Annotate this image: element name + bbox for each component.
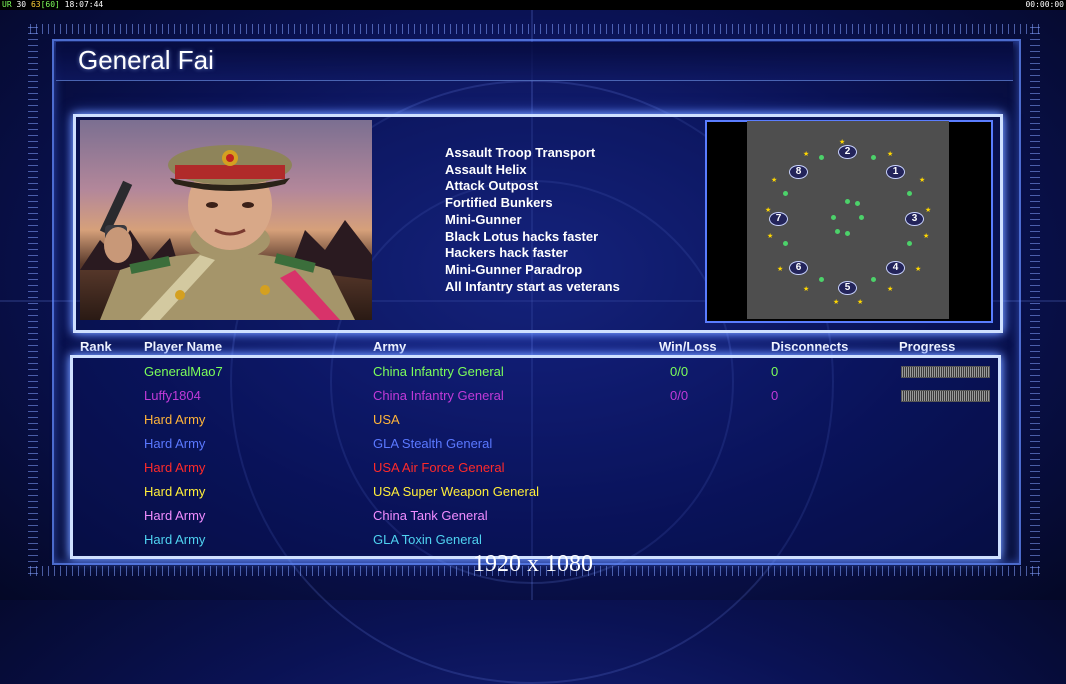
star-marker: ★	[771, 177, 778, 184]
win-loss-cell: 0/0	[670, 388, 689, 403]
army-cell: China Infantry General	[373, 364, 504, 379]
army-cell: GLA Toxin General	[373, 532, 482, 547]
star-marker: ★	[919, 177, 926, 184]
map-slot-6: 6	[789, 261, 808, 275]
tree-marker	[783, 241, 788, 246]
player-name-cell: Hard Army	[144, 508, 206, 523]
table-row: Hard Army GLA Toxin General	[0, 528, 1066, 552]
player-name-cell: GeneralMao7	[144, 364, 223, 379]
map-slot-5: 5	[838, 281, 857, 295]
debug-ur: UR	[2, 0, 12, 9]
player-name-cell: Hard Army	[144, 532, 206, 547]
debug-fps: 63	[30, 0, 41, 9]
tree-marker	[819, 155, 824, 160]
tree-marker	[859, 215, 864, 220]
general-portrait	[80, 120, 372, 320]
tree-marker	[855, 201, 860, 206]
tree-marker	[835, 229, 840, 234]
tree-marker	[907, 241, 912, 246]
column-header-rank: Rank	[80, 339, 112, 354]
table-row: Hard Army USA Air Force General	[0, 456, 1066, 480]
tree-marker	[819, 277, 824, 282]
map-slot-2: 2	[838, 145, 857, 159]
map-slot-3: 3	[905, 212, 924, 226]
debug-clock: 18:07:44	[64, 0, 104, 9]
army-cell: China Infantry General	[373, 388, 504, 403]
tree-marker	[845, 231, 850, 236]
general-portrait-art	[80, 145, 372, 320]
table-row: GeneralMao7 China Infantry General 0/0 0	[0, 360, 1066, 384]
star-marker: ★	[925, 207, 932, 214]
player-name-cell: Hard Army	[144, 436, 206, 451]
table-row: Hard Army USA	[0, 408, 1066, 432]
star-marker: ★	[833, 299, 840, 306]
map-slot-1: 1	[886, 165, 905, 179]
table-row: Hard Army China Tank General	[0, 504, 1066, 528]
star-marker: ★	[887, 286, 894, 293]
upgrade-item: Fortified Bunkers	[445, 195, 553, 211]
debug-value-a: 30	[16, 0, 27, 9]
star-marker: ★	[767, 233, 774, 240]
column-header-progress: Progress	[899, 339, 956, 354]
upgrade-item: Assault Helix	[445, 161, 527, 177]
army-cell: USA Air Force General	[373, 460, 505, 475]
progress-bar	[901, 366, 990, 378]
star-marker: ★	[857, 299, 864, 306]
column-header-player-name: Player Name	[144, 339, 223, 354]
column-header-win-loss: Win/Loss	[659, 339, 717, 354]
upgrade-item: Mini-Gunner	[445, 211, 522, 227]
star-marker: ★	[803, 286, 810, 293]
column-header-army: Army	[373, 339, 407, 354]
table-row: Hard Army GLA Stealth General	[0, 432, 1066, 456]
map-preview-terrain: ★ ★ ★ ★ ★ ★ ★ ★ ★ ★ ★ ★ ★ ★ ★ 1 2 3 4 5 …	[747, 121, 949, 319]
upgrade-item: Hackers hack faster	[445, 245, 568, 261]
tree-marker	[871, 155, 876, 160]
map-slot-4: 4	[886, 261, 905, 275]
debug-game-timer: 00:00:00	[1025, 0, 1064, 9]
star-marker: ★	[777, 266, 784, 273]
star-marker: ★	[803, 151, 810, 158]
top-scale-strip	[30, 24, 1040, 34]
column-header-disconnects: Disconnects	[771, 339, 849, 354]
player-name-cell: Hard Army	[144, 460, 206, 475]
table-row: Hard Army USA Super Weapon General	[0, 480, 1066, 504]
star-marker: ★	[915, 266, 922, 273]
table-row: Luffy1804 China Infantry General 0/0 0	[0, 384, 1066, 408]
resolution-label: 1920 x 1080	[473, 551, 593, 577]
general-upgrades-list: Assault Troop Transport Assault Helix At…	[445, 145, 620, 295]
upgrade-item: Assault Troop Transport	[445, 145, 596, 160]
army-cell: GLA Stealth General	[373, 436, 493, 451]
star-marker: ★	[923, 233, 930, 240]
tree-marker	[783, 191, 788, 196]
tree-marker	[871, 277, 876, 282]
upgrade-item: Attack Outpost	[445, 178, 539, 194]
win-loss-cell: 0/0	[670, 364, 689, 379]
upgrade-item: All Infantry start as veterans	[445, 278, 620, 294]
army-cell: USA	[373, 412, 400, 427]
tree-marker	[907, 191, 912, 196]
map-slot-7: 7	[769, 212, 788, 226]
army-cell: China Tank General	[373, 508, 488, 523]
disconnects-cell: 0	[771, 364, 779, 379]
debug-left: UR 30 63[60] 18:07:44	[2, 0, 103, 10]
player-name-cell: Luffy1804	[144, 388, 201, 403]
progress-bar	[901, 390, 990, 402]
debug-fps-cap: [60]	[40, 0, 60, 9]
army-cell: USA Super Weapon General	[373, 484, 539, 499]
map-slot-8: 8	[789, 165, 808, 179]
tree-marker	[845, 199, 850, 204]
page-title: General Fai	[78, 45, 214, 75]
upgrade-item: Black Lotus hacks faster	[445, 228, 599, 244]
debug-status-bar: UR 30 63[60] 18:07:44 00:00:00	[0, 0, 1066, 10]
star-marker: ★	[887, 151, 894, 158]
player-name-cell: Hard Army	[144, 484, 206, 499]
upgrade-item: Mini-Gunner Paradrop	[445, 261, 583, 277]
tree-marker	[831, 215, 836, 220]
player-name-cell: Hard Army	[144, 412, 206, 427]
star-marker: ★	[765, 207, 772, 214]
disconnects-cell: 0	[771, 388, 779, 403]
